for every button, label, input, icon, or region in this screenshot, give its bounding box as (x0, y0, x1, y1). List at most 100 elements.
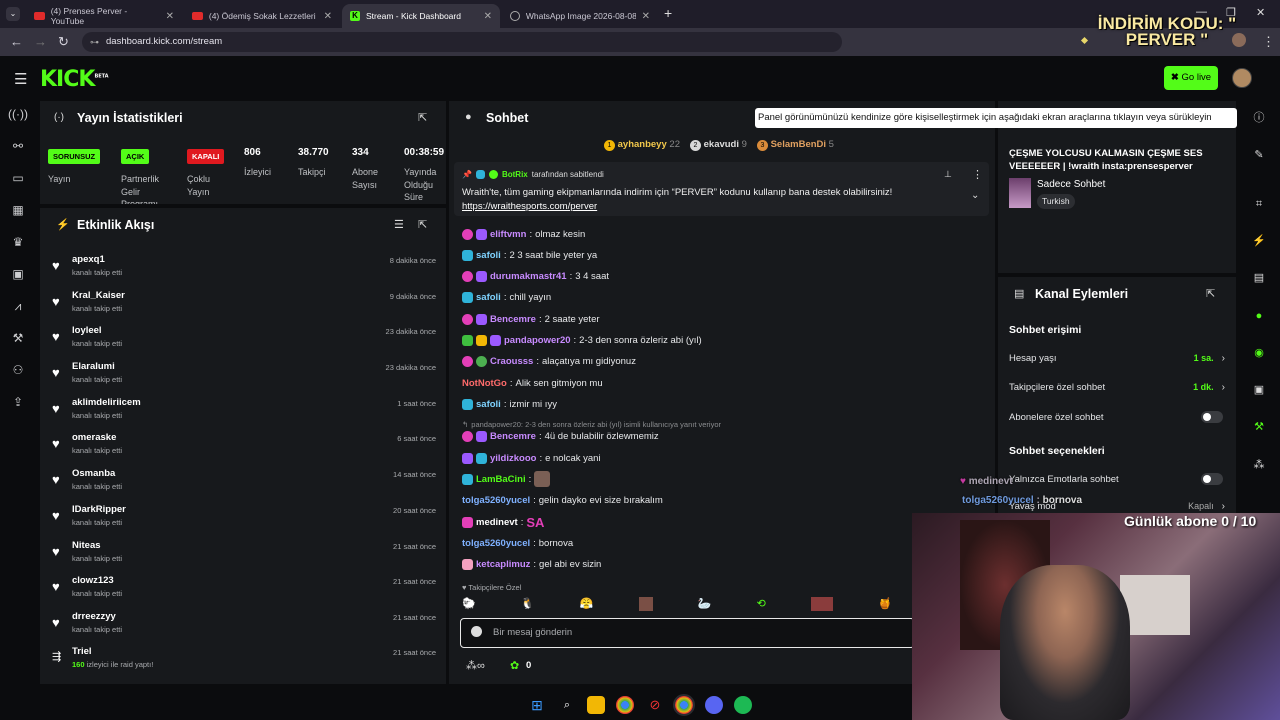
stream-icon[interactable]: ◉ (1252, 346, 1266, 360)
filter-icon[interactable]: ☰ (394, 218, 404, 231)
app-icon[interactable]: ⊘ (646, 696, 664, 714)
chat-username[interactable]: safoli (476, 292, 501, 303)
search-icon[interactable]: ⌕ (558, 696, 576, 714)
window-icon[interactable]: ▭ (8, 168, 28, 188)
unpin-icon[interactable]: ⊥ (944, 169, 952, 180)
reload-icon[interactable]: ↻ (58, 34, 69, 50)
chat-username[interactable]: ketcaplimuz (476, 559, 530, 570)
browser-menu-icon[interactable]: ⋮ (1262, 34, 1275, 50)
tab-whatsapp-image[interactable]: WhatsApp Image 2026-08-08 a ✕ (502, 4, 658, 28)
event-user[interactable]: apexq1 (72, 254, 105, 265)
close-icon[interactable]: ✕ (324, 11, 332, 22)
chat-username[interactable]: tolga5260yucel (462, 495, 530, 506)
emote-icon[interactable]: ⟲ (757, 597, 766, 613)
chat-username[interactable]: LamBaCini (476, 474, 526, 485)
emote-icon[interactable]: 😤 (580, 597, 594, 613)
kick-logo[interactable]: KICKBETA (40, 67, 109, 92)
file-explorer-icon[interactable] (587, 696, 605, 714)
popout-icon[interactable]: ⇱ (418, 111, 427, 124)
chat-username[interactable]: eliftvmn (490, 229, 526, 240)
chat-username[interactable]: safoli (476, 250, 501, 261)
chat-username[interactable]: pandapower20 (504, 335, 571, 346)
site-info-icon[interactable]: ⊶ (90, 32, 99, 52)
tab-youtube-2[interactable]: (4) Ödemiş Sokak Lezzetleri | - ✕ (184, 4, 340, 28)
chat-username[interactable]: durumakmastr41 (490, 271, 567, 282)
stream-icon[interactable]: ((·)) (8, 104, 28, 124)
tab-youtube-1[interactable]: (4) Prenses Perver - YouTube ✕ (26, 4, 182, 28)
popout-icon[interactable]: ⇱ (418, 218, 427, 231)
document-icon[interactable]: ▤ (1252, 271, 1266, 285)
upload-icon[interactable]: ⇪ (8, 392, 28, 412)
emote-icon[interactable] (811, 597, 834, 611)
trophy-icon[interactable]: ♛ (8, 232, 28, 252)
gifter-3[interactable]: 3 SelamBenDi 5 (756, 139, 834, 151)
info-icon[interactable]: ⓘ (1252, 111, 1266, 125)
chrome-icon[interactable] (673, 694, 695, 716)
kick-points-icon[interactable]: ✿ (510, 659, 519, 672)
event-user[interactable]: clowz123 (72, 575, 114, 586)
windows-start-icon[interactable]: ⊞ (528, 696, 546, 714)
emoji-picker-icon[interactable] (471, 626, 482, 637)
gifter-2[interactable]: 2 ekavudi 9 (689, 139, 747, 151)
edit-icon[interactable]: ✎ (1252, 148, 1266, 162)
forward-icon[interactable]: → (34, 34, 47, 49)
event-user[interactable]: aklimdeliriicem (72, 397, 141, 408)
users-icon[interactable]: ⚇ (8, 360, 28, 380)
close-icon[interactable]: ✕ (166, 11, 174, 22)
chat-username[interactable]: Bencemre (490, 431, 536, 442)
menu-icon[interactable]: ☰ (14, 70, 27, 88)
emote-icon[interactable]: 🍯 (878, 597, 892, 613)
emote-icon[interactable]: 🐑 (462, 597, 476, 613)
emote-icon[interactable]: 🦢 (698, 597, 712, 613)
crop-icon[interactable]: ⌗ (1252, 197, 1266, 211)
emote-icon[interactable] (638, 597, 653, 611)
event-user[interactable]: omeraske (72, 432, 116, 443)
event-user[interactable]: drreezzyy (72, 611, 116, 622)
window-close-icon[interactable]: ✕ (1256, 6, 1265, 19)
discord-icon[interactable] (705, 696, 723, 714)
chat-username[interactable]: medinevt (476, 517, 518, 528)
chevron-down-icon[interactable]: ⌄ (971, 190, 979, 201)
chat-username[interactable]: tolga5260yucel (462, 538, 530, 549)
more-options-icon[interactable]: ⋮ (972, 168, 983, 181)
wrench-icon[interactable]: ⚒ (8, 328, 28, 348)
event-user[interactable]: IDarkRipper (72, 504, 126, 515)
event-user[interactable]: loyleel (72, 325, 102, 336)
event-user[interactable]: Kral_Kaiser (72, 290, 125, 301)
go-live-button[interactable]: ✖ Go live (1164, 66, 1218, 90)
infinity-icon[interactable]: ⁂∞ (466, 659, 485, 672)
chat-username[interactable]: NotNotGo (462, 378, 507, 389)
new-tab-button[interactable]: + (664, 5, 672, 21)
spotify-icon[interactable] (734, 696, 752, 714)
media-icon[interactable]: ▣ (8, 264, 28, 284)
pinned-by-user[interactable]: BotRix (502, 170, 528, 179)
chat-icon[interactable]: ● (1252, 309, 1266, 323)
chat-input[interactable]: Bir mesaj gönderin (460, 618, 915, 648)
close-icon[interactable]: ✕ (484, 11, 492, 22)
tab-search-icon[interactable]: ⌄ (6, 7, 20, 21)
followers-only-row[interactable]: Takipçilere özel sohbet 1 dk. › (1009, 378, 1225, 396)
apps-icon[interactable]: ⁂ (1252, 458, 1266, 472)
chat-username[interactable]: Bencemre (490, 314, 536, 325)
profile-icon[interactable] (1232, 33, 1246, 47)
emote-icon[interactable]: 🐧 (521, 597, 535, 613)
category-name[interactable]: Sadece Sohbet (1037, 179, 1105, 190)
chat-username[interactable]: safoli (476, 399, 501, 410)
gifter-1[interactable]: 1 ayhanbeyy 22 (604, 139, 680, 151)
lightning-icon[interactable]: ⚡ (1252, 234, 1266, 248)
account-age-row[interactable]: Hesap yaşı 1 sa. › (1009, 349, 1225, 367)
tab-kick-dashboard[interactable]: K Stream - Kick Dashboard ✕ (342, 4, 500, 28)
pinned-link[interactable]: https://wraithesports.com/perver (462, 201, 597, 212)
link-icon[interactable]: ⚯ (8, 136, 28, 156)
chart-icon[interactable]: ⩘ (8, 296, 28, 316)
chat-username[interactable]: yildizkooo (490, 453, 536, 464)
wrench-icon[interactable]: ⚒ (1252, 420, 1266, 434)
event-user[interactable]: Niteas (72, 540, 101, 551)
subscribers-only-toggle[interactable] (1201, 411, 1223, 423)
event-user[interactable]: Triel (72, 646, 92, 657)
chat-username[interactable]: Craousss (490, 356, 533, 367)
analytics-icon[interactable]: ▦ (8, 200, 28, 220)
emote-only-toggle[interactable] (1201, 473, 1223, 485)
layout-icon[interactable]: ▣ (1252, 383, 1266, 397)
url-field[interactable]: ⊶ dashboard.kick.com/stream (82, 32, 842, 52)
